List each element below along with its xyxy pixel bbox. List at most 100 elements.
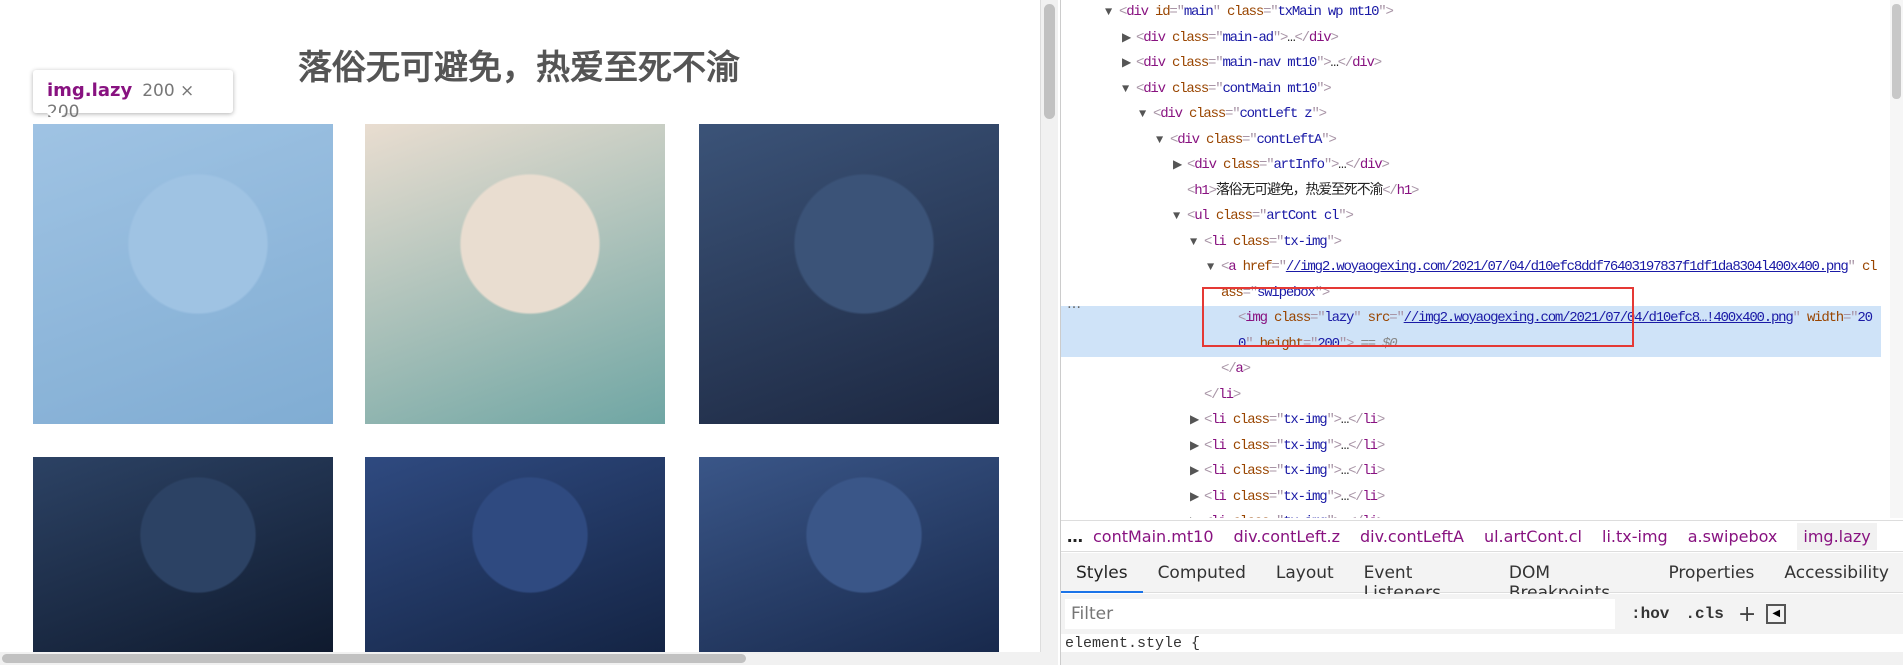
token-tag: div [1194,157,1217,173]
dom-node-row[interactable]: ▼ <div class="contLeftA"> [1061,128,1891,154]
photo-1[interactable] [33,124,333,424]
row-menu-icon[interactable]: … [1067,296,1081,312]
page-vertical-scrollbar[interactable] [1040,0,1058,652]
dom-node-row[interactable]: <h1>落俗无可避免，热爱至死不渝</h1> [1061,179,1891,205]
expand-arrow-icon[interactable]: ▶ [1190,459,1199,485]
token-punct: "> [1338,208,1354,224]
dom-node-row[interactable]: ▼ <a href="//img2.woyaogexing.com/2021/07… [1061,255,1881,306]
collapse-arrow-icon[interactable]: ▼ [1139,102,1146,128]
dom-node-row[interactable]: ▶<li class="tx-img">…</li> [1061,510,1891,518]
dom-node-row[interactable]: ▼ <li class="tx-img"> [1061,230,1891,256]
dom-node-row[interactable]: ▼ <div class="contLeft z"> [1061,102,1891,128]
breadcrumb-item[interactable]: a.swipebox [1688,527,1778,546]
breadcrumb-item[interactable]: div.contLeft.z [1234,527,1341,546]
token-link[interactable]: //img2.woyaogexing.com/2021/07/04/d10efc… [1286,259,1849,275]
page-horizontal-scrollbar[interactable] [0,652,1058,665]
styles-scrollbar[interactable] [1061,652,1903,665]
token-punct: "> [1272,29,1289,46]
token-val: lazy [1324,310,1354,326]
dom-node-row[interactable]: ▼ <div id="main" class="txMain wp mt10"> [1061,0,1891,26]
token-attr: class [1274,310,1311,326]
dom-node-row[interactable]: ▶ <div class="main-nav mt10">…</div> [1061,51,1891,77]
elements-tree[interactable]: ▼ <div id="main" class="txMain wp mt10"> ▶… [1061,0,1891,518]
breadcrumb-item[interactable]: contMain.mt10 [1093,527,1214,546]
breadcrumb-item[interactable]: img.lazy [1797,522,1877,550]
cls-button[interactable]: .cls [1685,605,1723,623]
tab-layout[interactable]: Layout [1261,553,1349,593]
dom-node-row[interactable]: ▶<li class="tx-img">…</li> [1061,408,1891,434]
tab-properties[interactable]: Properties [1653,553,1769,593]
token-link[interactable]: //img2.woyaogexing.com/2021/07/04/d10efc… [1404,310,1794,326]
token-punct: =" [1271,259,1287,275]
tooltip-selector: img.lazy [47,80,133,101]
expand-arrow-icon[interactable]: ▶ [1122,51,1131,77]
dom-node-row[interactable]: ▶ <div class="main-ad">…</div> [1061,26,1891,52]
tab-accessibility[interactable]: Accessibility [1769,553,1903,593]
dom-node-row[interactable]: ▶ <div class="artInfo">…</div> [1061,153,1891,179]
dom-node-row[interactable]: ▼ <ul class="artCont cl"> [1061,204,1891,230]
token-tag: div [1143,29,1166,46]
new-style-rule-icon[interactable]: + [1738,602,1756,627]
toggle-sidebar-icon[interactable]: ◀ [1766,604,1787,624]
tab-event-listeners[interactable]: Event Listeners [1349,553,1494,603]
photo-3[interactable] [699,124,999,424]
token-punct: </ [1337,55,1354,71]
token-punct: "> [1326,488,1342,505]
collapse-arrow-icon[interactable]: ▼ [1156,128,1163,154]
breadcrumb-item[interactable]: div.contLeftA [1360,527,1464,546]
token-punct: =" [1842,310,1859,326]
token-tag: li [1362,463,1378,479]
photo-5[interactable] [365,457,665,652]
expand-arrow-icon[interactable]: ▶ [1190,408,1199,434]
token-punct: =" [1268,412,1285,428]
selected-node-row[interactable]: <img class="lazy" src="//img2.woyaogexin… [1061,306,1881,357]
dom-node-row[interactable]: </a> [1061,357,1891,383]
collapse-arrow-icon[interactable]: ▼ [1173,204,1180,230]
token-val: swipebox [1257,284,1316,301]
token-punct: " [1212,4,1228,20]
collapse-arrow-icon[interactable]: ▼ [1207,255,1214,281]
collapse-arrow-icon[interactable]: ▼ [1105,0,1112,26]
token-punct: "> [1326,463,1342,479]
dom-node-row[interactable]: ▶<li class="tx-img">…</li> [1061,459,1891,485]
token-punct: "> [1323,157,1340,173]
breadcrumb-item[interactable]: ul.artCont.cl [1484,527,1582,546]
scroll-thumb[interactable] [2,654,746,663]
token-attr: class [1189,106,1226,122]
dom-node-row[interactable]: ▶<li class="tx-img">…</li> [1061,485,1891,511]
photo-6[interactable] [699,457,999,652]
photo-2[interactable] [365,124,665,424]
token-tag: div [1126,4,1149,20]
hov-button[interactable]: :hov [1631,605,1669,623]
tab-styles[interactable]: Styles [1061,553,1143,593]
token-tag: li [1211,488,1227,505]
tab-computed[interactable]: Computed [1143,553,1261,593]
token-punct: </ [1348,514,1364,518]
dom-node-row[interactable]: ▼ <div class="contMain mt10"> [1061,77,1891,103]
inspect-highlight-overlay [33,124,333,424]
expand-arrow-icon[interactable]: ▶ [1190,510,1199,518]
photo-4[interactable] [33,457,333,652]
token-tag: li [1362,488,1378,505]
collapse-arrow-icon[interactable]: ▼ [1190,230,1197,256]
scroll-thumb[interactable] [1044,4,1055,119]
expand-arrow-icon[interactable]: ▶ [1190,485,1199,511]
breadcrumb-more[interactable]: … [1067,527,1083,546]
expand-arrow-icon[interactable]: ▶ [1122,26,1131,52]
expand-arrow-icon[interactable]: ▶ [1173,153,1182,179]
filter-input[interactable] [1065,599,1615,629]
tree-scrollbar[interactable] [1890,0,1903,518]
breadcrumb-item[interactable]: li.tx-img [1602,527,1668,546]
styles-toolbar: :hov .cls + ◀ [1061,594,1903,634]
dom-node-row[interactable]: ▶<li class="tx-img">…</li> [1061,434,1891,460]
tab-dom-breakpoints[interactable]: DOM Breakpoints [1494,553,1654,603]
token-punct: =" [1302,335,1319,352]
token-attr: class [1232,412,1270,428]
token-punct: =" [1208,80,1224,97]
expand-arrow-icon[interactable]: ▶ [1190,434,1199,460]
dom-node-row[interactable]: </li> [1061,383,1891,409]
collapse-arrow-icon[interactable]: ▼ [1122,77,1129,103]
token-text: 落俗无可避免，热爱至死不渝 [1215,182,1384,199]
